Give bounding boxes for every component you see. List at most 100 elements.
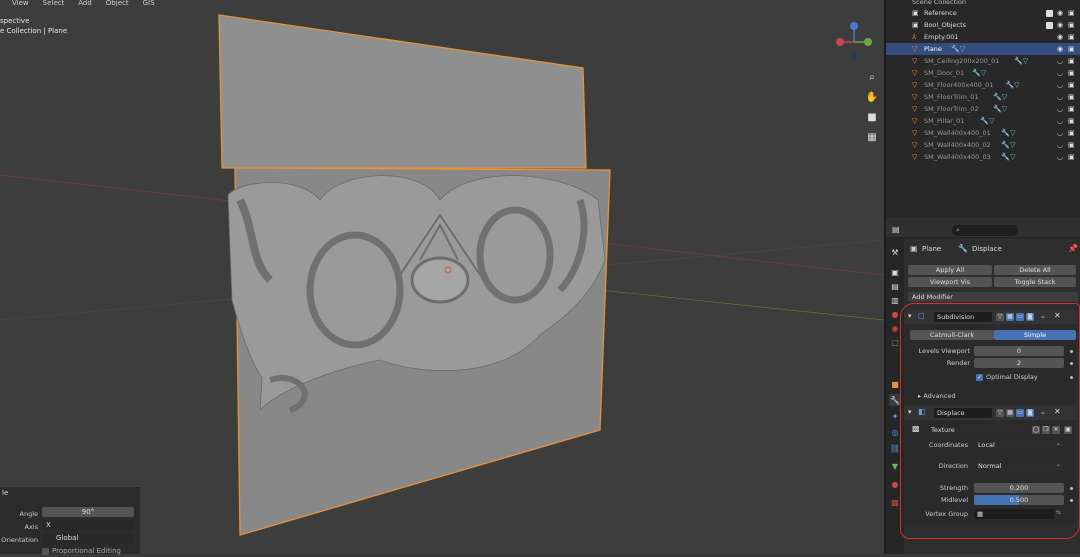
outliner-item[interactable]: ▽ SM_FloorTrim_01 🔧▽ ◡ ▣ <box>886 91 1080 103</box>
grid-view-icon[interactable]: ▦ <box>865 130 879 144</box>
outliner-item-label: Plane <box>924 45 942 53</box>
outliner-item[interactable]: ▽ SM_Pillar_01 🔧▽ ◡ ▣ <box>886 115 1080 127</box>
add-modifier-dropdown[interactable]: Add Modifier <box>908 292 1078 302</box>
menu-add[interactable]: Add <box>78 0 92 8</box>
red-annotation-outline <box>900 303 1080 539</box>
hand-pan-icon[interactable]: ✋ <box>865 90 879 104</box>
axis-label: Axis <box>24 523 39 531</box>
outliner-item[interactable]: ⅄ Empty.001 ◉ ▣ <box>886 31 1080 43</box>
menu-select[interactable]: Select <box>43 0 65 8</box>
outliner-item[interactable]: ▽ SM_Ceiling200x200_01 🔧▽ ◡ ▣ <box>886 55 1080 67</box>
outliner-item[interactable]: ▽ SM_FloorTrim_02 🔧▽ ◡ ▣ <box>886 103 1080 115</box>
visibility-eye-icon[interactable]: ◉ <box>1057 31 1063 43</box>
orientation-row: Orientation Global <box>0 533 140 544</box>
breadcrumb-modifier: Displace <box>972 245 1002 253</box>
apply-all-button[interactable]: Apply All <box>908 265 992 275</box>
editor-type-icon[interactable]: ▤ <box>892 225 900 234</box>
orientation-dropdown[interactable]: Global <box>42 533 134 543</box>
outliner[interactable]: Scene Collection ▣ Reference ◉ ▣ ▣ Bool_Objec… <box>886 0 1080 218</box>
redo-panel: le Angle 90° Axis X Orientation Global P… <box>0 486 140 555</box>
viewport-menu: View Select Add Object GIS <box>0 0 884 8</box>
render-camera-icon[interactable]: ▣ <box>1068 79 1075 91</box>
visibility-eye-icon[interactable]: ◡ <box>1057 55 1063 67</box>
outliner-item[interactable]: ▽ SM_Wall400x400_01 🔧▽ ◡ ▣ <box>886 127 1080 139</box>
y-axis-line <box>599 289 884 321</box>
modifier-icon: 🔧▽ <box>972 69 987 77</box>
visibility-eye-icon[interactable]: ◉ <box>1057 43 1063 55</box>
wrench-icon: 🔧 <box>958 244 968 253</box>
axis-row: Axis X <box>0 520 140 531</box>
outliner-item[interactable]: ▽ SM_Wall400x400_02 🔧▽ ◡ ▣ <box>886 139 1080 151</box>
mesh-icon: ▽ <box>912 153 918 161</box>
render-camera-icon[interactable]: ▣ <box>1068 103 1075 115</box>
render-tab-icon[interactable]: ▣ <box>889 266 901 278</box>
zoom-icon[interactable]: ⌕ <box>865 70 879 84</box>
menu-gis[interactable]: GIS <box>143 0 155 8</box>
viewport-info: spective e Collection | Plane <box>0 16 67 36</box>
render-camera-icon[interactable]: ▣ <box>1068 19 1075 31</box>
pin-icon[interactable]: 📌 <box>1068 244 1078 253</box>
outliner-item-label: SM_Wall400x400_01 <box>924 129 991 137</box>
visibility-eye-icon[interactable]: ◡ <box>1057 91 1063 103</box>
mesh-icon: ▽ <box>912 81 918 89</box>
outliner-item[interactable]: ▽ SM_Wall400x400_03 🔧▽ ◡ ▣ <box>886 151 1080 163</box>
angle-field[interactable]: 90° <box>42 507 134 517</box>
visibility-eye-icon[interactable]: ◡ <box>1057 103 1063 115</box>
visibility-eye-icon[interactable]: ◡ <box>1057 139 1063 151</box>
menu-view[interactable]: View <box>12 0 29 8</box>
outliner-item[interactable]: ▣ Reference ◉ ▣ <box>886 7 1080 19</box>
menu-object[interactable]: Object <box>106 0 129 8</box>
modifier-icon: 🔧▽ <box>1001 153 1016 161</box>
delete-all-button[interactable]: Delete All <box>994 265 1076 275</box>
render-camera-icon[interactable]: ▣ <box>1068 7 1075 19</box>
render-camera-icon[interactable]: ▣ <box>1068 151 1075 163</box>
outliner-item[interactable]: ▣ Bool_Objects ◉ ▣ <box>886 19 1080 31</box>
modifier-icon: 🔧▽ <box>993 93 1008 101</box>
outliner-item-label: SM_Door_01 <box>924 69 965 77</box>
orientation-label: Orientation <box>1 536 38 544</box>
outliner-item[interactable]: ▽ SM_Floor400x400_01 🔧▽ ◡ ▣ <box>886 79 1080 91</box>
render-camera-icon[interactable]: ▣ <box>1068 31 1075 43</box>
visibility-eye-icon[interactable]: ◡ <box>1057 127 1063 139</box>
outliner-item-label: SM_Pillar_01 <box>924 117 965 125</box>
outliner-item[interactable]: ▽ Plane 🔧▽ ◉ ▣ <box>886 43 1080 55</box>
navigation-gizmo[interactable] <box>832 20 876 64</box>
viewport-vis-button[interactable]: Viewport Vis <box>908 277 992 287</box>
modifier-icon: 🔧▽ <box>980 117 995 125</box>
output-tab-icon[interactable]: ▤ <box>889 280 901 292</box>
render-camera-icon[interactable]: ▣ <box>1068 127 1075 139</box>
viewport-scene[interactable] <box>0 0 884 554</box>
outliner-item-label: SM_Wall400x400_02 <box>924 141 991 149</box>
breadcrumb-object: Plane <box>922 245 942 253</box>
visibility-eye-icon[interactable]: ◡ <box>1057 115 1063 127</box>
exclude-checkbox[interactable] <box>1046 22 1053 29</box>
mesh-icon: ▽ <box>912 117 918 125</box>
properties-search[interactable]: ⌕ <box>952 225 1018 236</box>
modifier-icon: 🔧▽ <box>1001 129 1016 137</box>
render-camera-icon[interactable]: ▣ <box>1068 139 1075 151</box>
modifier-icon: 🔧▽ <box>1001 141 1016 149</box>
camera-icon[interactable]: ■ <box>865 110 879 124</box>
axis-dropdown[interactable]: X <box>42 520 134 530</box>
render-camera-icon[interactable]: ▣ <box>1068 91 1075 103</box>
outliner-item[interactable]: ▽ SM_Door_01 🔧▽ ◡ ▣ <box>886 67 1080 79</box>
render-camera-icon[interactable]: ▣ <box>1068 67 1075 79</box>
view-layer-tab-icon[interactable]: ▥ <box>889 294 901 306</box>
visibility-eye-icon[interactable]: ◉ <box>1057 7 1063 19</box>
render-camera-icon[interactable]: ▣ <box>1068 55 1075 67</box>
visibility-eye-icon[interactable]: ◡ <box>1057 67 1063 79</box>
toggle-stack-button[interactable]: Toggle Stack <box>994 277 1076 287</box>
mesh-icon: ▽ <box>912 45 918 53</box>
outliner-item-label: SM_FloorTrim_01 <box>924 93 979 101</box>
visibility-eye-icon[interactable]: ◡ <box>1057 151 1063 163</box>
outliner-item-label: SM_FloorTrim_02 <box>924 105 979 113</box>
visibility-eye-icon[interactable]: ◡ <box>1057 79 1063 91</box>
tool-tab-icon[interactable]: ⚒ <box>889 246 901 258</box>
mesh-icon: ▽ <box>912 57 918 65</box>
outliner-item-label: SM_Ceiling200x200_01 <box>924 57 1000 65</box>
render-camera-icon[interactable]: ▣ <box>1068 43 1075 55</box>
render-camera-icon[interactable]: ▣ <box>1068 115 1075 127</box>
visibility-eye-icon[interactable]: ◉ <box>1057 19 1063 31</box>
exclude-checkbox[interactable] <box>1046 10 1053 17</box>
3d-viewport[interactable]: View Select Add Object GIS spective e Co… <box>0 0 884 554</box>
